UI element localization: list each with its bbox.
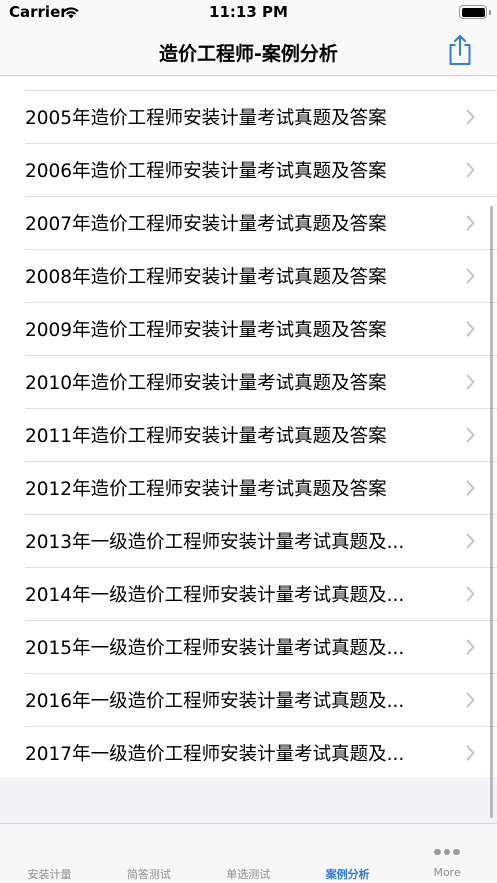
tab-label: 案例分析 (325, 868, 370, 881)
list-item-label: 2014年一级造价工程师安装计量考试真题及... (25, 585, 405, 606)
list-item-label: 2009年造价工程师安装计量考试真题及答案 (25, 320, 387, 341)
exam-list[interactable]: 2004年造价工程师安装计量考试真题及答案 2005年造价工程师安装计量考试真题及… (0, 77, 497, 777)
exam-list-content: 2004年造价工程师安装计量考试真题及答案 2005年造价工程师安装计量考试真题及… (0, 77, 497, 777)
tab-label: 安装计量 (27, 868, 72, 881)
list-item[interactable]: 2013年一级造价工程师安装计量考试真题及... (0, 515, 497, 568)
chevron-right-icon (466, 427, 475, 443)
list-item[interactable]: 2005年造价工程师安装计量考试真题及答案 (0, 91, 497, 144)
share-icon (449, 35, 471, 65)
list-item-label: 2007年造价工程师安装计量考试真题及答案 (25, 214, 387, 235)
navigation-bar: 造价工程师-案例分析 (0, 26, 497, 76)
list-item[interactable]: 2016年一级造价工程师安装计量考试真题及... (0, 674, 497, 727)
status-bar: Carrier 11:13 PM (0, 0, 497, 26)
scroll-indicator[interactable] (490, 206, 493, 818)
list-item[interactable]: 2010年造价工程师安装计量考试真题及答案 (0, 356, 497, 409)
list-item[interactable]: 2014年一级造价工程师安装计量考试真题及... (0, 568, 497, 621)
list-item-label: 2016年一级造价工程师安装计量考试真题及... (25, 691, 405, 712)
tab-0[interactable]: 安装计量 (0, 824, 99, 883)
chevron-right-icon (466, 109, 475, 125)
tab-3[interactable]: 案例分析 (298, 824, 397, 883)
list-item[interactable]: 2008年造价工程师安装计量考试真题及答案 (0, 250, 497, 303)
chevron-right-icon (466, 374, 475, 390)
chevron-right-icon (466, 586, 475, 602)
chevron-right-icon (466, 321, 475, 337)
status-time: 11:13 PM (209, 3, 288, 21)
tab-4[interactable]: More (398, 824, 497, 883)
list-item[interactable]: 2007年造价工程师安装计量考试真题及答案 (0, 197, 497, 250)
tab-label: 简答测试 (126, 868, 171, 881)
tab-bar: 安装计量 简答测试 单选测试 案例分析 More (0, 823, 497, 883)
list-item-label: 2015年一级造价工程师安装计量考试真题及... (25, 638, 405, 659)
chevron-right-icon (466, 162, 475, 178)
list-item[interactable]: 2012年造价工程师安装计量考试真题及答案 (0, 462, 497, 515)
chevron-right-icon (466, 639, 475, 655)
chevron-right-icon (466, 268, 475, 284)
chevron-right-icon (466, 745, 475, 761)
list-item[interactable]: 2015年一级造价工程师安装计量考试真题及... (0, 621, 497, 674)
list-item[interactable]: 2017年一级造价工程师安装计量考试真题及... (0, 727, 497, 777)
tab-label: 单选测试 (226, 868, 271, 881)
battery-tip (488, 10, 491, 15)
list-item[interactable]: 2009年造价工程师安装计量考试真题及答案 (0, 303, 497, 356)
list-item[interactable]: 2011年造价工程师安装计量考试真题及答案 (0, 409, 497, 462)
list-item[interactable]: 2006年造价工程师安装计量考试真题及答案 (0, 144, 497, 197)
list-item[interactable]: 2004年造价工程师安装计量考试真题及答案 (0, 77, 497, 91)
list-item-label: 2013年一级造价工程师安装计量考试真题及... (25, 532, 405, 553)
chevron-right-icon (466, 215, 475, 231)
list-item-label: 2008年造价工程师安装计量考试真题及答案 (25, 267, 387, 288)
tab-2[interactable]: 单选测试 (199, 824, 298, 883)
list-item-label: 2017年一级造价工程师安装计量考试真题及... (25, 744, 405, 765)
tab-1[interactable]: 简答测试 (99, 824, 198, 883)
battery-icon (459, 5, 487, 19)
list-item-label: 2012年造价工程师安装计量考试真题及答案 (25, 479, 387, 500)
list-item-label: 2010年造价工程师安装计量考试真题及答案 (25, 373, 387, 394)
share-button[interactable] (447, 34, 473, 66)
chevron-right-icon (466, 480, 475, 496)
list-item-label: 2006年造价工程师安装计量考试真题及答案 (25, 161, 387, 182)
tab-label: More (433, 866, 461, 879)
list-item-label: 2005年造价工程师安装计量考试真题及答案 (25, 108, 387, 129)
more-icon (398, 840, 497, 859)
list-item-label: 2011年造价工程师安装计量考试真题及答案 (25, 426, 387, 447)
page-title: 造价工程师-案例分析 (159, 43, 338, 65)
chevron-right-icon (466, 533, 475, 549)
chevron-right-icon (466, 692, 475, 708)
